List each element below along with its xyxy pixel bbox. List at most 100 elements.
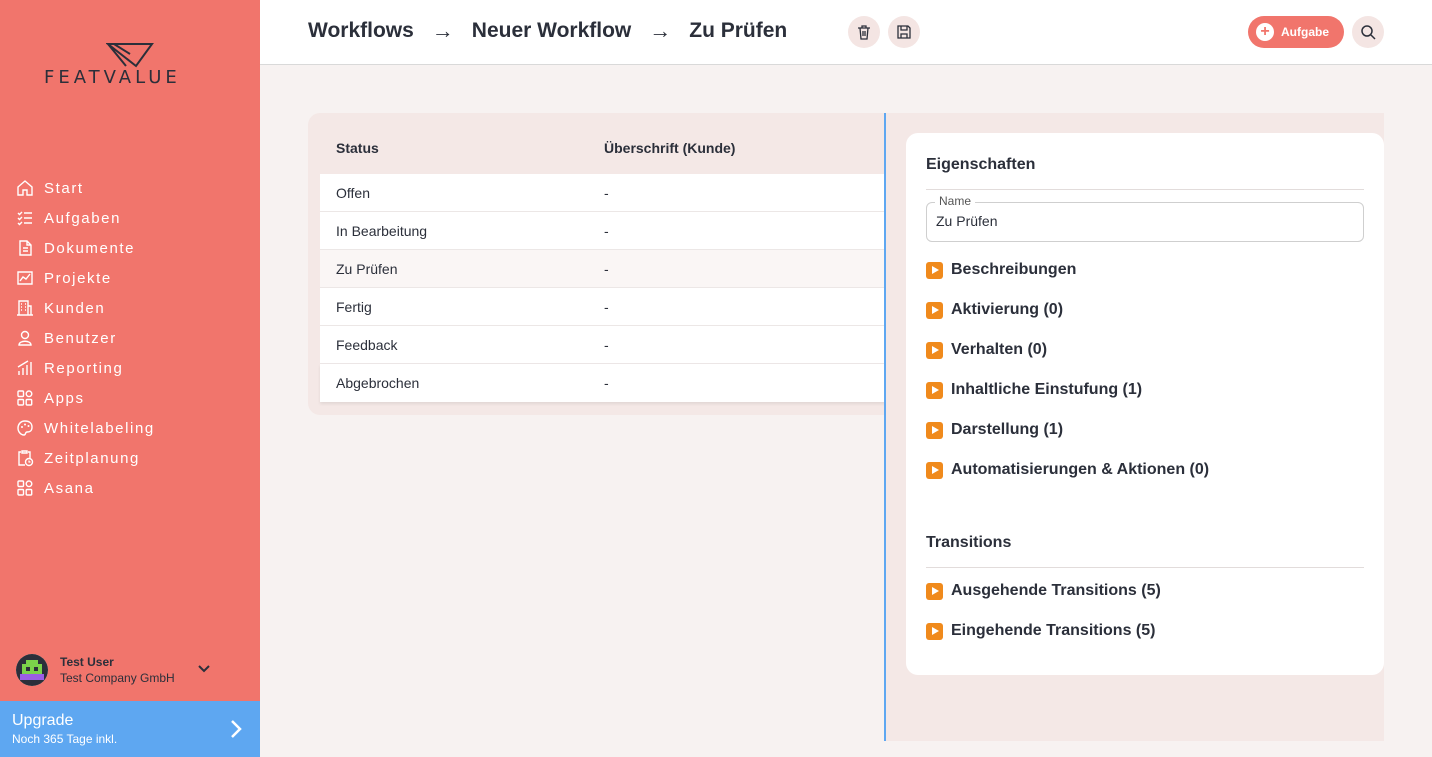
section-eingehende-transitions[interactable]: Eingehende Transitions (5) [926, 622, 1155, 640]
apps-icon [16, 479, 34, 497]
sidebar-item-asana[interactable]: Asana [16, 473, 155, 503]
sidebar-item-projekte[interactable]: Projekte [16, 263, 155, 293]
section-label: Verhalten (0) [951, 341, 1048, 358]
section-label: Ausgehende Transitions (5) [951, 582, 1161, 599]
sidebar-item-aufgaben[interactable]: Aufgaben [16, 203, 155, 233]
palette-icon [16, 419, 34, 437]
sidebar-item-reporting[interactable]: Reporting [16, 353, 155, 383]
table-row[interactable]: Offen - [320, 174, 886, 212]
cell-heading: - [604, 299, 609, 315]
logo[interactable]: FEATVALUE [40, 40, 220, 90]
pane-resize-handle[interactable] [884, 113, 886, 741]
chevron-right-icon [231, 720, 242, 738]
name-field[interactable]: Name [926, 194, 1364, 242]
section-automatisierungen[interactable]: Automatisierungen & Aktionen (0) [926, 461, 1209, 479]
add-task-button[interactable]: + Aufgabe [1248, 16, 1344, 48]
section-inhaltliche-einstufung[interactable]: Inhaltliche Einstufung (1) [926, 381, 1142, 399]
divider [926, 567, 1364, 568]
sidebar-item-start[interactable]: Start [16, 173, 155, 203]
plus-icon: + [1256, 23, 1274, 41]
sidebar-item-label: Asana [44, 479, 95, 497]
cell-status: Offen [336, 185, 370, 201]
properties-title: Eigenschaften [926, 156, 1036, 173]
section-label: Eingehende Transitions (5) [951, 622, 1156, 639]
sidebar-item-label: Apps [44, 389, 85, 407]
sidebar-item-label: Dokumente [44, 239, 136, 257]
cell-status: Fertig [336, 299, 372, 315]
sidebar-item-label: Benutzer [44, 329, 117, 347]
upgrade-banner[interactable]: Upgrade Noch 365 Tage inkl. [0, 701, 260, 757]
home-icon [16, 179, 34, 197]
sidebar-item-dokumente[interactable]: Dokumente [16, 233, 155, 263]
user-name: Test User [60, 655, 114, 669]
cell-status: Abgebrochen [336, 375, 420, 391]
table-row[interactable]: Feedback - [320, 326, 886, 364]
section-darstellung[interactable]: Darstellung (1) [926, 421, 1063, 439]
sidebar-item-label: Whitelabeling [44, 419, 155, 437]
name-input[interactable] [936, 213, 1336, 229]
clipboard-clock-icon [16, 449, 34, 467]
cell-heading: - [604, 375, 609, 391]
sidebar-item-label: Zeitplanung [44, 449, 140, 467]
avatar [16, 654, 48, 686]
table-row[interactable]: In Bearbeitung - [320, 212, 886, 250]
expand-arrow-icon [926, 461, 943, 479]
sidebar-item-whitelabeling[interactable]: Whitelabeling [16, 413, 155, 443]
section-beschreibungen[interactable]: Beschreibungen [926, 261, 1076, 279]
delete-button[interactable] [848, 16, 880, 48]
table-body: Offen - In Bearbeitung - Zu Prüfen - Fer… [320, 174, 886, 402]
expand-arrow-icon [926, 261, 943, 279]
user-menu[interactable]: Test User Test Company GmbH [16, 652, 246, 688]
properties-card: Eigenschaften Name Beschreibungen Aktivi… [906, 133, 1384, 675]
section-label: Automatisierungen & Aktionen (0) [951, 461, 1210, 478]
sidebar: FEATVALUE Start Aufgaben Dokumente Proje… [0, 0, 260, 757]
column-header-status[interactable]: Status [336, 140, 379, 156]
sidebar-item-label: Projekte [44, 269, 112, 287]
search-icon [1361, 25, 1376, 40]
expand-arrow-icon [926, 622, 943, 640]
status-table: Status Überschrift (Kunde) Offen - In Be… [308, 113, 886, 415]
upgrade-title: Upgrade [12, 712, 74, 729]
expand-arrow-icon [926, 341, 943, 359]
sidebar-item-benutzer[interactable]: Benutzer [16, 323, 155, 353]
column-header-heading[interactable]: Überschrift (Kunde) [604, 140, 735, 156]
projects-icon [16, 269, 34, 287]
save-button[interactable] [888, 16, 920, 48]
header: Workflows → Neuer Workflow → Zu Prüfen +… [260, 0, 1432, 65]
name-field-label: Name [935, 194, 976, 208]
cell-heading: - [604, 337, 609, 353]
cell-status: Zu Prüfen [336, 261, 398, 277]
sidebar-nav: Start Aufgaben Dokumente Projekte Kunden… [16, 173, 155, 503]
chevron-down-icon[interactable] [196, 660, 212, 676]
search-button[interactable] [1352, 16, 1384, 48]
section-verhalten[interactable]: Verhalten (0) [926, 341, 1047, 359]
sidebar-item-label: Kunden [44, 299, 106, 317]
table-row[interactable]: Abgebrochen - [320, 364, 886, 402]
table-row[interactable]: Fertig - [320, 288, 886, 326]
sidebar-item-label: Start [44, 179, 84, 197]
expand-arrow-icon [926, 582, 943, 600]
documents-icon [16, 239, 34, 257]
user-company: Test Company GmbH [60, 671, 175, 685]
logo-mark-icon [106, 43, 154, 68]
breadcrumb-workflows[interactable]: Workflows [308, 19, 414, 43]
section-aktivierung[interactable]: Aktivierung (0) [926, 301, 1063, 319]
sidebar-item-zeitplanung[interactable]: Zeitplanung [16, 443, 155, 473]
sidebar-item-kunden[interactable]: Kunden [16, 293, 155, 323]
upgrade-subtitle: Noch 365 Tage inkl. [12, 732, 118, 746]
cell-heading: - [604, 185, 609, 201]
section-label: Beschreibungen [951, 261, 1077, 278]
logo-text: FEATVALUE [44, 67, 181, 88]
breadcrumb-current: Zu Prüfen [689, 19, 788, 42]
sidebar-item-apps[interactable]: Apps [16, 383, 155, 413]
breadcrumb: Workflows → Neuer Workflow → Zu Prüfen [308, 18, 787, 44]
table-row-selected[interactable]: Zu Prüfen - [320, 250, 886, 288]
building-icon [16, 299, 34, 317]
breadcrumb-neuer-workflow[interactable]: Neuer Workflow [472, 19, 631, 43]
section-ausgehende-transitions[interactable]: Ausgehende Transitions (5) [926, 582, 1161, 600]
sidebar-item-label: Aufgaben [44, 209, 122, 227]
expand-arrow-icon [926, 421, 943, 439]
cell-heading: - [604, 261, 609, 277]
trash-icon [858, 25, 870, 40]
expand-arrow-icon [926, 381, 943, 399]
